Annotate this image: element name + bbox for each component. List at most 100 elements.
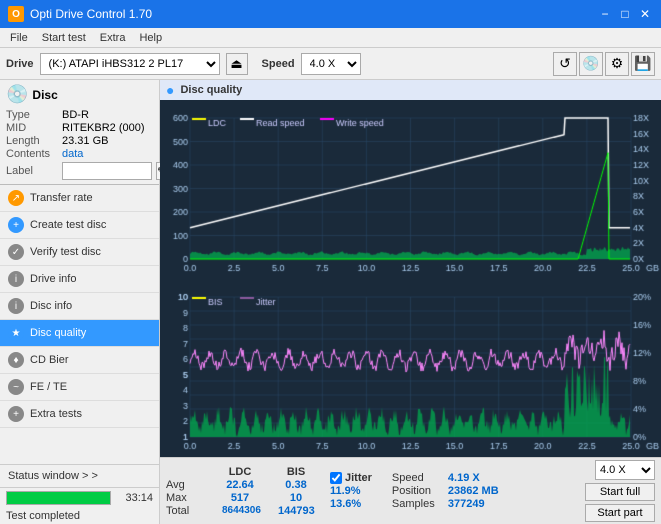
fe-te-icon: ~ [8,379,24,395]
dq-icon: ● [166,82,174,98]
progress-area: 33:14 [0,488,159,508]
disc-icon: 💿 [6,84,28,105]
nav-extra-tests[interactable]: + Extra tests [0,401,159,428]
app-icon: O [8,6,24,22]
mid-key: MID [6,122,58,134]
nav-disc-quality[interactable]: ★ Disc quality [0,320,159,347]
stats-controls: 4.0 X 1.0 X 2.0 X 8.0 X Start full Start… [585,460,655,522]
maximize-button[interactable]: □ [617,6,633,22]
jitter-checkbox[interactable] [330,472,342,484]
samples-key: Samples [392,498,444,510]
nav-extra-tests-label: Extra tests [30,408,82,420]
menu-help[interactable]: Help [133,31,168,45]
bis-col-header: BIS [278,466,314,478]
jitter-header-row: Jitter [330,472,372,484]
start-full-button[interactable]: Start full [585,483,655,501]
progress-bar-outer [6,491,111,505]
jitter-max-value: 13.6% [330,498,361,510]
stats-jitter: Jitter 11.9% 13.6% [330,472,372,510]
content-area: ● Disc quality LDC BIS Avg [160,80,661,524]
stats-bar: LDC BIS Avg 22.64 0.38 Max 517 10 Total … [160,457,661,524]
dq-title: Disc quality [180,84,242,96]
disc-panel: 💿 Disc Type BD-R MID RITEKBR2 (000) Leng… [0,80,159,185]
drive-select[interactable]: (K:) ATAPI iHBS312 2 PL17 [40,53,220,75]
label-input[interactable] [62,162,152,180]
disc-section-label: Disc [32,88,57,102]
stats-total-row: Total 8644306 144793 [166,505,314,517]
nav-drive-info[interactable]: i Drive info [0,266,159,293]
menu-start-test[interactable]: Start test [36,31,92,45]
drive-info-icon: i [8,271,24,287]
drive-label: Drive [6,58,34,70]
close-button[interactable]: ✕ [637,6,653,22]
eject-button[interactable]: ⏏ [226,53,248,75]
chart-top-canvas [160,100,661,279]
nav-transfer-rate-label: Transfer rate [30,192,93,204]
verify-test-disc-icon: ✓ [8,244,24,260]
nav-disc-info-label: Disc info [30,300,72,312]
disc-length-row: Length 23.31 GB [6,135,153,147]
progress-time: 33:14 [115,492,153,504]
nav-transfer-rate[interactable]: ↗ Transfer rate [0,185,159,212]
minimize-button[interactable]: − [597,6,613,22]
stats-speed: Speed 4.19 X Position 23862 MB Samples 3… [392,472,499,510]
nav-create-test-disc[interactable]: + Create test disc [0,212,159,239]
disc-contents-row: Contents data [6,148,153,160]
progress-bar-inner [7,492,110,504]
title-bar: O Opti Drive Control 1.70 − □ ✕ [0,0,661,28]
max-label: Max [166,492,202,504]
ldc-total-value: 8644306 [222,505,258,516]
nav-verify-test-disc-label: Verify test disc [30,246,101,258]
nav-disc-quality-label: Disc quality [30,327,86,339]
jitter-max-row: 13.6% [330,498,372,510]
speed-header-row: Speed 4.19 X [392,472,499,484]
nav-fe-te-label: FE / TE [30,381,67,393]
status-window-label: Status window > > [8,470,98,482]
jitter-label: Jitter [345,472,372,484]
disc-quality-icon: ★ [8,325,24,341]
nav-fe-te[interactable]: ~ FE / TE [0,374,159,401]
nav-verify-test-disc[interactable]: ✓ Verify test disc [0,239,159,266]
create-test-disc-icon: + [8,217,24,233]
start-part-button[interactable]: Start part [585,504,655,522]
nav-cd-bier-label: CD Bier [30,354,69,366]
disc-info-icon: i [8,298,24,314]
contents-key: Contents [6,148,58,160]
speed-key: Speed [392,472,444,484]
bis-max-value: 10 [278,492,314,504]
refresh-button[interactable]: ↺ [553,52,577,76]
toolbar-icons: ↺ 💿 ⚙ 💾 [553,52,655,76]
menu-file[interactable]: File [4,31,34,45]
samples-value: 377249 [448,498,485,510]
menu-extra[interactable]: Extra [94,31,132,45]
jitter-avg-row: 11.9% [330,485,372,497]
speed-select-toolbar[interactable]: 4.0 X 1.0 X 2.0 X 8.0 X [301,53,361,75]
disc-mid-row: MID RITEKBR2 (000) [6,122,153,134]
nav-create-test-disc-label: Create test disc [30,219,106,231]
status-window-button[interactable]: Status window > > [0,465,159,488]
cd-bier-icon: ♦ [8,352,24,368]
app-title: Opti Drive Control 1.70 [30,7,152,21]
bis-avg-value: 0.38 [278,479,314,491]
length-key: Length [6,135,58,147]
toolbar: Drive (K:) ATAPI iHBS312 2 PL17 ⏏ Speed … [0,48,661,80]
speed-select-stats[interactable]: 4.0 X 1.0 X 2.0 X 8.0 X [595,460,655,480]
nav-disc-info[interactable]: i Disc info [0,293,159,320]
disc-button[interactable]: 💿 [579,52,603,76]
stats-avg-row: Avg 22.64 0.38 [166,479,314,491]
main-layout: 💿 Disc Type BD-R MID RITEKBR2 (000) Leng… [0,80,661,524]
ldc-max-value: 517 [222,492,258,504]
stats-headers: LDC BIS [166,466,314,478]
samples-row: Samples 377249 [392,498,499,510]
chart-bottom-wrapper [160,279,661,457]
nav-cd-bier[interactable]: ♦ CD Bier [0,347,159,374]
nav-items: ↗ Transfer rate + Create test disc ✓ Ver… [0,185,159,464]
disc-type-row: Type BD-R [6,109,153,121]
disc-properties: Type BD-R MID RITEKBR2 (000) Length 23.3… [6,109,153,180]
type-value: BD-R [62,109,89,121]
jitter-avg-value: 11.9% [330,485,361,497]
settings-button[interactable]: ⚙ [605,52,629,76]
total-label: Total [166,505,202,517]
save-button[interactable]: 💾 [631,52,655,76]
chart-top-wrapper [160,100,661,279]
